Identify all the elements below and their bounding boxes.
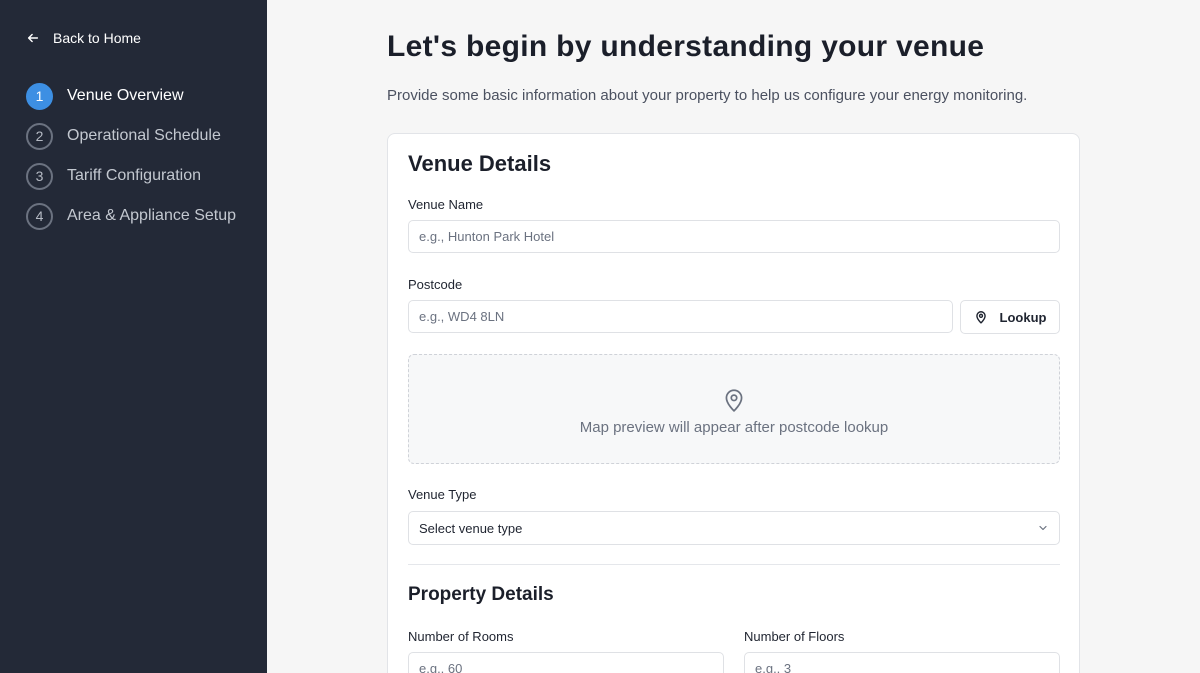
step-area-appliance-setup[interactable]: 4 Area & Appliance Setup bbox=[26, 202, 236, 230]
step-label: Area & Appliance Setup bbox=[67, 207, 237, 224]
lookup-label: Lookup bbox=[999, 309, 1047, 325]
step-tariff-configuration[interactable]: 3 Tariff Configuration bbox=[26, 162, 236, 190]
floors-placeholder: e.g., 3 bbox=[755, 661, 792, 673]
map-pin-icon bbox=[725, 388, 743, 412]
venue-name-label: Venue Name bbox=[408, 197, 484, 212]
lookup-button[interactable]: Lookup bbox=[960, 300, 1060, 334]
map-preview-text: Map preview will appear after postcode l… bbox=[579, 418, 889, 436]
postcode-placeholder: e.g., WD4 8LN bbox=[419, 309, 505, 324]
venue-type-value: Select venue type bbox=[419, 520, 523, 536]
venue-details-title: Venue Details bbox=[408, 151, 552, 176]
step-number: 2 bbox=[26, 122, 53, 150]
floors-input[interactable]: e.g., 3 bbox=[744, 652, 1060, 673]
rooms-input[interactable]: e.g., 60 bbox=[408, 652, 724, 673]
postcode-input[interactable]: e.g., WD4 8LN bbox=[408, 300, 953, 333]
section-divider bbox=[408, 564, 1060, 565]
arrow-left-icon bbox=[27, 33, 39, 43]
step-number: 3 bbox=[26, 162, 53, 190]
rooms-placeholder: e.g., 60 bbox=[419, 661, 463, 673]
step-label: Tariff Configuration bbox=[67, 167, 201, 184]
page-subtitle: Provide some basic information about you… bbox=[387, 87, 1028, 104]
map-pin-icon bbox=[975, 311, 986, 324]
venue-type-label: Venue Type bbox=[408, 487, 477, 502]
venue-name-input[interactable]: e.g., Hunton Park Hotel bbox=[408, 220, 1060, 253]
chevron-down-icon bbox=[1039, 525, 1047, 531]
step-number: 1 bbox=[26, 82, 53, 110]
wizard-steps: 1 Venue Overview 2 Operational Schedule … bbox=[26, 82, 236, 242]
venue-name-placeholder: e.g., Hunton Park Hotel bbox=[419, 229, 555, 244]
map-preview: Map preview will appear after postcode l… bbox=[408, 354, 1060, 464]
back-to-home-label: Back to Home bbox=[53, 30, 141, 46]
back-to-home-link[interactable]: Back to Home bbox=[26, 30, 141, 46]
postcode-label: Postcode bbox=[408, 277, 463, 292]
step-venue-overview[interactable]: 1 Venue Overview bbox=[26, 82, 236, 110]
rooms-label: Number of Rooms bbox=[408, 629, 514, 644]
step-label: Operational Schedule bbox=[67, 127, 221, 144]
property-details-title: Property Details bbox=[408, 584, 554, 605]
sidebar: Back to Home 1 Venue Overview 2 Operatio… bbox=[0, 0, 267, 673]
page-title: Let's begin by understanding your venue bbox=[387, 30, 985, 63]
step-operational-schedule[interactable]: 2 Operational Schedule bbox=[26, 122, 236, 150]
floors-label: Number of Floors bbox=[744, 629, 845, 644]
step-number: 4 bbox=[26, 202, 53, 230]
step-label: Venue Overview bbox=[67, 87, 184, 104]
venue-details-card: Venue Details Venue Name e.g., Hunton Pa… bbox=[387, 133, 1080, 673]
venue-type-select[interactable]: Select venue type bbox=[408, 511, 1060, 545]
